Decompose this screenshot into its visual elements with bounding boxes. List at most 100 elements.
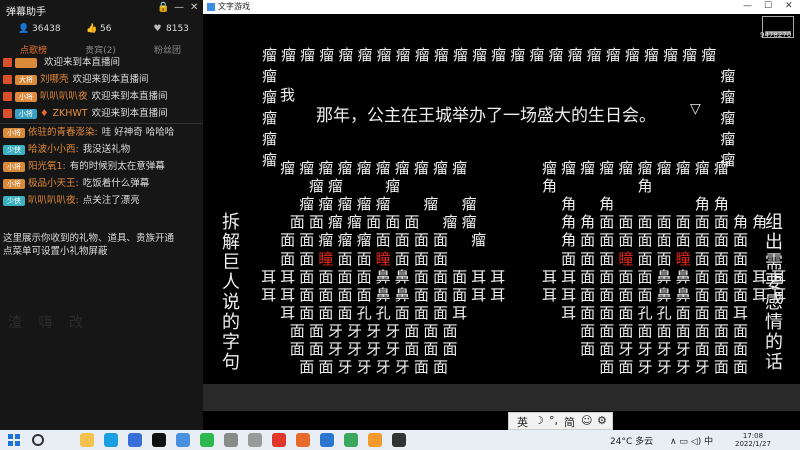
face-char: 面	[318, 358, 334, 377]
face-char: 牙	[337, 358, 353, 377]
search-icon[interactable]	[32, 434, 44, 446]
windows-start-icon[interactable]	[8, 434, 20, 446]
face-char: 瘤	[541, 159, 557, 177]
box-border-char: 瘤	[300, 46, 316, 64]
clock[interactable]: 17:08 2022/1/27	[735, 432, 771, 448]
face-char: 面	[394, 303, 410, 322]
face-char: 面	[580, 321, 596, 340]
face-char: 面	[356, 285, 372, 304]
app-gray2-icon[interactable]	[248, 433, 262, 447]
user-name[interactable]: ZKHWT	[53, 105, 88, 122]
face-char: 面	[694, 340, 710, 358]
app-icon	[207, 3, 215, 11]
face-char: 面	[308, 213, 324, 232]
face-char: 瘤	[423, 195, 439, 214]
person-icon: 👤	[18, 24, 30, 34]
face-char: 面	[413, 231, 429, 250]
mail-icon[interactable]	[176, 433, 190, 447]
moon-icon[interactable]: ☽	[534, 414, 544, 427]
speaker-char: 我	[279, 86, 295, 104]
face-char: 瘤	[452, 159, 468, 177]
face-char: 角	[752, 213, 768, 232]
face-char: 牙	[694, 358, 710, 377]
app-orange-icon[interactable]	[296, 433, 310, 447]
hint-char: 拆	[222, 212, 240, 233]
user-name[interactable]: 叭叭叭叭夜	[40, 88, 88, 105]
face-char: 瘤	[432, 159, 448, 177]
face-char: 面	[423, 321, 439, 340]
minimize-button[interactable]: —	[174, 2, 184, 13]
weibo-icon[interactable]	[272, 433, 286, 447]
box-border-char: 瘤	[624, 46, 640, 64]
face-char: 耳	[261, 267, 277, 286]
punct-icon[interactable]: °,	[549, 414, 558, 427]
message-text: 吃饭着什么弹幕	[82, 178, 150, 189]
maximize-button[interactable]: ☐	[764, 1, 772, 11]
face-char: 耳	[280, 267, 296, 286]
face-char: 牙	[675, 358, 691, 377]
level-badge: 大将	[15, 74, 37, 85]
face-char: 牙	[385, 340, 401, 358]
qq-icon[interactable]	[152, 433, 166, 447]
widgets-icon[interactable]	[56, 433, 70, 447]
danmaku-message: 小将 ♦ ZKHWT 欢迎来到本直播间	[3, 105, 201, 122]
ime-toolbar[interactable]: 英 ☽ °, 简 ☺ ⚙	[508, 412, 613, 430]
user-name[interactable]: 依驻的青春澎染:	[28, 124, 98, 141]
hint-char: 字	[222, 332, 240, 353]
face-char: 孔	[375, 303, 391, 322]
lock-icon[interactable]: 🔒	[157, 2, 169, 13]
store-icon[interactable]	[128, 433, 142, 447]
message-text: 欢迎来到本直播间	[44, 57, 121, 68]
level-badge: 小将	[15, 108, 37, 119]
close-button[interactable]: ✕	[785, 1, 793, 11]
user-name[interactable]: 叭叭叭叭夜:	[28, 192, 79, 209]
tray-icons[interactable]: ∧ ▭ ◁) 中	[670, 437, 713, 447]
user-name[interactable]: 阳光氧1:	[28, 158, 66, 175]
hint-char: 的	[765, 332, 783, 353]
ime-mode[interactable]: 简	[564, 414, 575, 430]
face-char: 牙	[356, 358, 372, 377]
box-border-char: 瘤	[261, 67, 277, 85]
weather[interactable]: 24°C 多云	[610, 437, 653, 447]
box-border-char: 瘤	[357, 46, 373, 64]
gear-icon[interactable]: ⚙	[597, 414, 607, 427]
ime-lang[interactable]: 英	[517, 414, 528, 430]
game-titlebar: 文字游戏 — ☐ ✕	[203, 0, 800, 14]
face-char: 牙	[347, 321, 363, 340]
emoji-icon[interactable]: ☺	[581, 414, 592, 427]
thumb-up-icon: 👍	[86, 24, 98, 34]
minimize-button[interactable]: —	[743, 1, 752, 11]
user-name[interactable]: 刘哪壳	[40, 71, 69, 88]
like-value: 56	[100, 24, 112, 34]
face-char: 瘤	[413, 159, 429, 177]
face-char: 孔	[637, 303, 653, 322]
close-button[interactable]: ✕	[190, 2, 198, 13]
face-char: 耳	[561, 285, 577, 304]
edge-icon[interactable]	[104, 433, 118, 447]
face-char: 面	[404, 340, 420, 358]
face-char: 面	[618, 285, 634, 304]
face-char: 耳	[732, 303, 748, 322]
system-tray[interactable]: 24°C 多云 ∧ ▭ ◁) 中	[610, 434, 713, 447]
hint-char: 人	[222, 272, 240, 293]
wechat-icon[interactable]	[200, 433, 214, 447]
user-name[interactable]: 哈波小小西:	[28, 141, 79, 158]
app-gray-icon[interactable]	[224, 433, 238, 447]
app-blue-icon[interactable]	[320, 433, 334, 447]
face-char: 面	[694, 321, 710, 340]
face-char: 耳	[752, 285, 768, 304]
face-char: 面	[280, 249, 296, 268]
game-icon[interactable]	[392, 433, 406, 447]
face-char: 面	[713, 249, 729, 268]
face-char: 耳	[771, 285, 787, 304]
continue-cursor[interactable]: ▽	[690, 101, 701, 117]
level-badge: 少侠	[3, 195, 25, 206]
user-name[interactable]: 极品小天王:	[28, 175, 79, 192]
folder-icon[interactable]	[80, 433, 94, 447]
viewer-count: 👤 36438	[18, 24, 61, 34]
box-border-char: 瘤	[701, 46, 717, 64]
like-count: 👍 56	[86, 24, 111, 34]
app-orange2-icon[interactable]	[368, 433, 382, 447]
app-green-icon[interactable]	[344, 433, 358, 447]
face-char: 面	[656, 249, 672, 268]
